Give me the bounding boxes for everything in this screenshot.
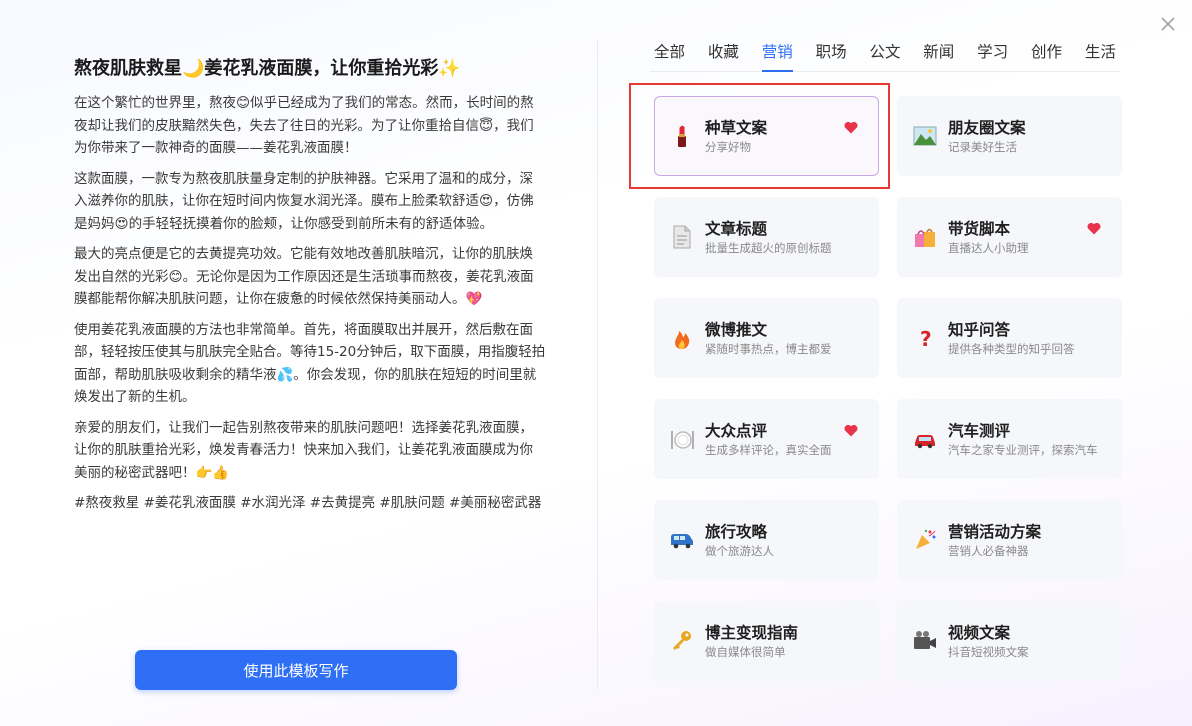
card-title: 营销活动方案 [948,523,1042,541]
card-subtitle: 记录美好生活 [948,140,1017,154]
card-title: 知乎问答 [948,321,1011,339]
card-subtitle: 汽车之家专业测评，探索汽车 [948,443,1098,457]
card-subtitle: 提供各种类型的知乎回答 [948,342,1075,356]
card-subtitle: 直播达人小助理 [948,241,1029,255]
lipstick-icon [667,121,697,151]
favorite-heart-icon[interactable] [844,424,858,437]
preview-paragraph: 在这个繁忙的世界里，熬夜😊似乎已经成为了我们的常态。然而，长时间的熬夜却让我们的… [74,95,534,156]
card-title: 博主变现指南 [705,624,799,642]
preview-hashtags: #熬夜救星 #姜花乳液面膜 #水润光泽 #去黄提亮 #肌肤问题 #美丽秘密武器 [74,495,542,511]
landscape-icon [910,121,940,151]
favorite-heart-icon[interactable] [1087,222,1101,235]
shopping-bag-icon [910,222,940,252]
card-title: 汽车测评 [948,422,1011,440]
tab-official-docs[interactable]: 公文 [865,38,904,71]
card-title: 文章标题 [705,220,768,238]
tab-study[interactable]: 学习 [973,38,1012,71]
preview-paragraph: 最大的亮点便是它的去黄提亮功效。它能有效地改善肌肤暗沉，让你的肌肤焕发出自然的光… [74,246,534,307]
preview-paragraph: 这款面膜，一款专为熬夜肌肤量身定制的护肤神器。它采用了温和的成分，深入滋养你的肌… [74,170,534,232]
favorite-heart-icon[interactable] [844,121,858,134]
card-title: 朋友圈文案 [948,119,1026,137]
card-title: 微博推文 [705,321,768,339]
tab-news[interactable]: 新闻 [919,38,958,71]
van-icon [667,525,697,555]
tab-creation[interactable]: 创作 [1027,38,1066,71]
document-icon [667,222,697,252]
template-card-campaign[interactable]: 营销活动方案 营销人必备神器 [897,500,1122,580]
card-subtitle: 做个旅游达人 [705,544,774,558]
preview-paragraph: 亲爱的朋友们，让我们一起告别熬夜带来的肌肤问题吧！选择姜花乳液面膜，让你的肌肤重… [74,419,533,481]
use-template-button[interactable]: 使用此模板写作 [135,650,457,690]
question-icon: ? [910,323,940,353]
template-card-video-script[interactable]: 视频文案 抖音短视频文案 [897,601,1122,681]
card-subtitle: 做自媒体很简单 [705,645,786,659]
category-tabs: 全部 收藏 营销 职场 公文 新闻 学习 创作 生活 [650,38,1120,72]
tab-marketing[interactable]: 营销 [758,38,797,72]
card-subtitle: 营销人必备神器 [948,544,1029,558]
tab-life[interactable]: 生活 [1081,38,1120,71]
close-icon [1161,17,1175,31]
fire-icon [667,323,697,353]
card-subtitle: 分享好物 [705,140,751,154]
card-title: 种草文案 [705,119,768,137]
preview-paragraph: 使用姜花乳液面膜的方法也非常简单。首先，将面膜取出并展开，然后敷在面部，轻轻按压… [74,321,546,406]
card-subtitle: 生成多样评论，真实全面 [705,443,832,457]
tab-favorites[interactable]: 收藏 [704,38,743,71]
svg-text:?: ? [920,327,932,351]
party-icon [910,525,940,555]
tab-all[interactable]: 全部 [650,38,689,71]
template-card-zhihu[interactable]: ? 知乎问答 提供各种类型的知乎回答 [897,298,1122,378]
template-card-car-review[interactable]: 汽车测评 汽车之家专业测评，探索汽车 [897,399,1122,479]
card-title: 旅行攻略 [705,523,768,541]
camera-icon [910,626,940,656]
template-card-moments[interactable]: 朋友圈文案 记录美好生活 [897,96,1122,176]
template-card-dianping[interactable]: 大众点评 生成多样评论，真实全面 [654,399,879,479]
card-title: 大众点评 [705,422,768,440]
template-preview: 熬夜肌肤救星🌙姜花乳液面膜，让你重拾光彩✨ 在这个繁忙的世界里，熬夜😊似乎已经成… [74,56,546,523]
card-title: 视频文案 [948,624,1011,642]
close-button[interactable] [1156,12,1180,36]
card-subtitle: 紧随时事热点，博主都爱 [705,342,832,356]
card-subtitle: 批量生成超火的原创标题 [705,241,832,255]
tab-workplace[interactable]: 职场 [812,38,851,71]
preview-title: 熬夜肌肤救星🌙姜花乳液面膜，让你重拾光彩✨ [74,58,461,79]
divider [597,40,598,690]
template-card-sales-script[interactable]: 带货脚本 直播达人小助理 [897,197,1122,277]
plate-icon [667,424,697,454]
template-card-article-title[interactable]: 文章标题 批量生成超火的原创标题 [654,197,879,277]
template-card-seeding[interactable]: 种草文案 分享好物 [654,96,879,176]
card-subtitle: 抖音短视频文案 [948,645,1029,659]
template-grid: 种草文案 分享好物 朋友圈文案 记录美好生活 文章标题 批量生成超火的原创标题 [654,96,1122,681]
key-icon [667,626,697,656]
card-title: 带货脚本 [948,220,1011,238]
template-card-weibo[interactable]: 微博推文 紧随时事热点，博主都爱 [654,298,879,378]
template-card-monetize[interactable]: 博主变现指南 做自媒体很简单 [654,601,879,681]
template-card-travel[interactable]: 旅行攻略 做个旅游达人 [654,500,879,580]
template-dialog: 熬夜肌肤救星🌙姜花乳液面膜，让你重拾光彩✨ 在这个繁忙的世界里，熬夜😊似乎已经成… [0,0,1192,726]
car-icon [910,424,940,454]
